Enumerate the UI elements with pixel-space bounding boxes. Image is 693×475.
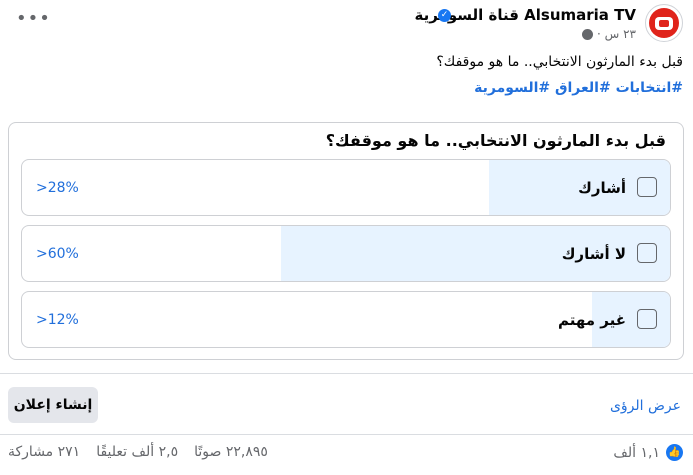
poll-option-percent: >60%: [36, 245, 79, 262]
like-icon: 👍: [666, 444, 683, 461]
view-insights-link[interactable]: عرض الرؤى: [610, 398, 681, 414]
shares-count[interactable]: ٢٧١ مشاركة: [8, 444, 80, 460]
poll-checkbox[interactable]: [637, 243, 657, 263]
votes-count[interactable]: ٢٢,٨٩٥ صوتًا: [194, 444, 268, 460]
poll-option[interactable]: غير مهتم >12%: [21, 291, 671, 348]
reactions-count: ١,١ ألف: [613, 444, 660, 461]
engagement-stats: ٢٢,٨٩٥ صوتًا ٢,٥ ألف تعليقًا ٢٧١ مشاركة: [8, 444, 268, 460]
divider: [0, 434, 693, 435]
poll-option[interactable]: أشارك >28%: [21, 159, 671, 216]
poll-option[interactable]: لا أشارك >60%: [21, 225, 671, 282]
comments-count[interactable]: ٢,٥ ألف تعليقًا: [96, 444, 178, 460]
poll-question: قبل بدء المارثون الانتخابي.. ما هو موقفك…: [325, 131, 666, 150]
poll-checkbox[interactable]: [637, 177, 657, 197]
poll-option-percent: >28%: [36, 179, 79, 196]
poll-checkbox[interactable]: [637, 309, 657, 329]
reactions-summary[interactable]: 👍 ١,١ ألف: [613, 444, 683, 461]
post-time[interactable]: ٢٣ س ·: [597, 27, 636, 41]
poll-option-label: أشارك: [578, 178, 626, 197]
create-ad-button[interactable]: إنشاء إعلان: [8, 387, 98, 423]
divider: [0, 373, 693, 374]
post-meta: ٢٣ س ·: [582, 27, 636, 41]
globe-icon: [582, 28, 594, 40]
post-text: قبل بدء المارثون الانتخابي.. ما هو موقفك…: [436, 54, 683, 70]
poll-option-label: لا أشارك: [561, 244, 626, 263]
poll-option-label: غير مهتم: [558, 310, 626, 329]
post-hashtags[interactable]: #انتخابات #العراق #السومرية: [474, 80, 683, 96]
more-icon[interactable]: •••: [16, 8, 51, 29]
poll-option-percent: >12%: [36, 311, 79, 328]
page-avatar[interactable]: [645, 4, 683, 42]
verified-icon: ✓: [438, 9, 451, 22]
